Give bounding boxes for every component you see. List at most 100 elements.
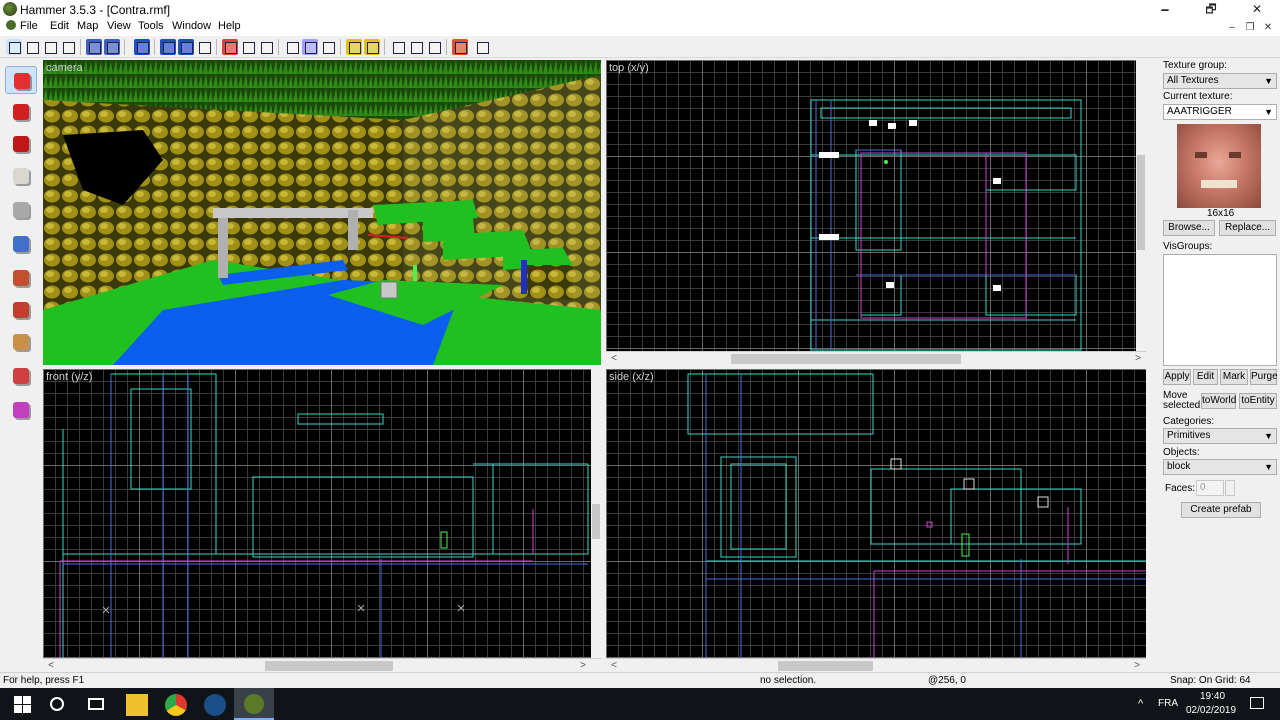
center-views-icon[interactable] <box>390 39 406 55</box>
windows-start-icon[interactable] <box>12 694 34 716</box>
hide-items-icon[interactable] <box>160 39 176 55</box>
paste-icon[interactable] <box>320 39 336 55</box>
selection-tool-icon[interactable] <box>5 66 37 94</box>
file-explorer-icon[interactable] <box>126 694 148 716</box>
to-entity-button[interactable]: toEntity <box>1239 393 1277 409</box>
texture-lock-icon[interactable] <box>134 39 150 55</box>
carve-icon[interactable] <box>258 39 274 55</box>
steam-icon[interactable] <box>204 694 226 716</box>
front-viewport-vscroll[interactable] <box>591 369 601 658</box>
browse-button[interactable]: Browse... <box>1163 220 1215 236</box>
texture-preview <box>1177 124 1261 208</box>
hammer-taskbar-item[interactable] <box>234 688 274 720</box>
camera-tool-icon[interactable] <box>5 130 37 158</box>
mdi-minimize-button[interactable]: – <box>1224 20 1240 36</box>
path-tool-icon[interactable] <box>5 396 37 424</box>
current-texture-select[interactable]: AAATRIGGER ▼ <box>1163 104 1277 120</box>
maximize-button[interactable]: 🗗 <box>1188 0 1234 18</box>
faces-label: Faces: <box>1165 483 1196 494</box>
scroll-right-icon[interactable]: > <box>577 659 589 672</box>
menu-map[interactable]: Map <box>77 20 98 32</box>
notifications-icon[interactable] <box>1250 697 1264 709</box>
front-viewport[interactable]: front (y/z) < > <box>43 369 601 672</box>
scroll-right-icon[interactable]: > <box>1132 352 1144 365</box>
side-viewport-hscroll[interactable]: < > <box>606 658 1159 672</box>
to-world-button[interactable]: toWorld <box>1201 393 1236 409</box>
mark-button[interactable]: Mark <box>1220 369 1248 385</box>
align-icon[interactable] <box>408 39 424 55</box>
toggle-tl-icon[interactable] <box>426 39 442 55</box>
status-snap: Snap: On Grid: 64 <box>1170 675 1251 686</box>
clip-tool-icon[interactable] <box>5 328 37 356</box>
scroll-left-icon[interactable]: < <box>608 659 620 672</box>
edit-button[interactable]: Edit <box>1193 369 1218 385</box>
tool-palette <box>0 58 42 672</box>
cut-icon[interactable] <box>284 39 300 55</box>
replace-button[interactable]: Replace... <box>1219 220 1276 236</box>
side-viewport[interactable]: side (x/z) < > <box>606 369 1159 672</box>
decal-tool-icon[interactable] <box>5 296 37 324</box>
top-viewport-hscroll[interactable]: < > <box>606 351 1146 365</box>
visgroups-list[interactable] <box>1163 254 1277 366</box>
entity-tool-icon[interactable] <box>5 162 37 190</box>
menu-help[interactable]: Help <box>218 20 241 32</box>
options-icon[interactable] <box>474 39 490 55</box>
task-view-icon[interactable] <box>88 698 104 710</box>
check-problems-icon[interactable] <box>104 39 120 55</box>
menu-view[interactable]: View <box>107 20 131 32</box>
close-button[interactable]: ✕ <box>1234 0 1280 18</box>
scroll-left-icon[interactable]: < <box>608 352 620 365</box>
tray-date[interactable]: 02/02/2019 <box>1186 705 1236 716</box>
front-viewport-hscroll[interactable]: < > <box>43 658 601 672</box>
search-icon[interactable] <box>50 697 64 711</box>
faces-spinner-icon[interactable] <box>1225 480 1235 496</box>
objects-select[interactable]: block ▼ <box>1163 459 1277 475</box>
menu-file[interactable]: File <box>6 20 38 32</box>
run-map-icon[interactable] <box>452 39 468 55</box>
create-prefab-button[interactable]: Create prefab <box>1181 502 1261 518</box>
texture-tool-icon[interactable] <box>5 230 37 258</box>
show-all-icon[interactable] <box>178 39 194 55</box>
top-view-brushes <box>810 99 1082 351</box>
grid-smaller-icon[interactable] <box>24 39 40 55</box>
texture-group-select[interactable]: All Textures ▼ <box>1163 73 1277 89</box>
current-texture-label: Current texture: <box>1163 91 1233 102</box>
scroll-left-icon[interactable]: < <box>45 659 57 672</box>
copy-icon[interactable] <box>302 39 318 55</box>
apply-texture-icon[interactable] <box>5 264 37 292</box>
texture-size: 16x16 <box>1207 208 1235 219</box>
menu-tools[interactable]: Tools <box>138 20 164 32</box>
group-icon[interactable] <box>222 39 238 55</box>
document-icon <box>6 20 16 30</box>
minimize-button[interactable]: 🗕 <box>1142 0 1188 18</box>
purge-button[interactable]: Purge <box>1250 369 1278 385</box>
entity-report-icon[interactable] <box>86 39 102 55</box>
vertex-tool-icon[interactable] <box>5 362 37 390</box>
magnify-tool-icon[interactable] <box>5 98 37 126</box>
grid-3d-icon[interactable] <box>42 39 58 55</box>
mdi-close-button[interactable]: ✕ <box>1260 20 1276 36</box>
faces-input[interactable]: 0 <box>1196 480 1224 496</box>
top-viewport-vscroll[interactable] <box>1136 60 1146 351</box>
visgroups-label: VisGroups: <box>1163 241 1213 252</box>
ignore-groups-icon[interactable] <box>196 39 212 55</box>
ungroup-icon[interactable] <box>240 39 256 55</box>
mdi-restore-button[interactable]: ❐ <box>1242 20 1258 36</box>
camera-viewport[interactable]: camera <box>43 60 601 365</box>
main-toolbar <box>0 36 1280 58</box>
chrome-icon[interactable] <box>165 694 187 716</box>
categories-select[interactable]: Primitives ▼ <box>1163 428 1277 444</box>
tray-chevron-icon[interactable]: ^ <box>1138 698 1143 710</box>
tray-lang[interactable]: FRA <box>1158 698 1178 709</box>
grid-larger-icon[interactable] <box>60 39 76 55</box>
hollow-icon[interactable] <box>346 39 362 55</box>
grid-toggle-icon[interactable] <box>6 39 22 55</box>
menu-window[interactable]: Window <box>172 20 211 32</box>
top-viewport[interactable]: top (x/y) < > <box>606 60 1146 365</box>
block-tool-icon[interactable] <box>5 196 37 224</box>
menu-edit[interactable]: Edit <box>50 20 69 32</box>
scroll-right-icon[interactable]: > <box>1131 659 1143 672</box>
tray-time[interactable]: 19:40 <box>1200 691 1225 702</box>
apply-button[interactable]: Apply <box>1163 369 1191 385</box>
to-entity-icon[interactable] <box>364 39 380 55</box>
